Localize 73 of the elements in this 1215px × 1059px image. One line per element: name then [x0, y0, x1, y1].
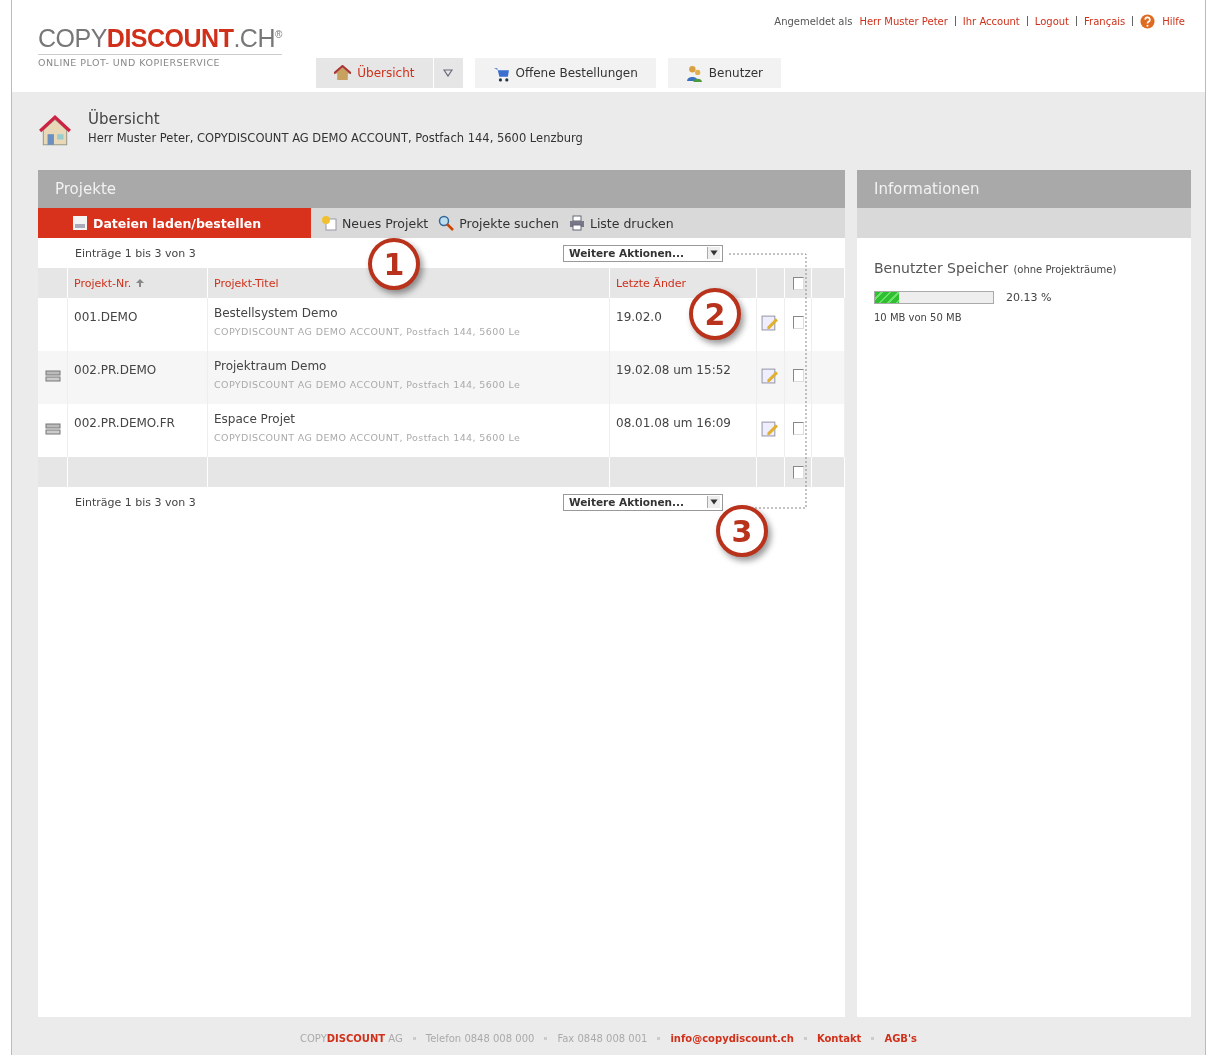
project-title[interactable]: Projektraum Demo [214, 359, 603, 373]
project-address: COPYDISCOUNT AG DEMO ACCOUNT, Postfach 144, 5600 Le [214, 379, 522, 390]
header-link[interactable]: Logout [1034, 15, 1070, 27]
house-icon [38, 114, 72, 148]
footer-fax: Fax 0848 008 001 [557, 1032, 648, 1044]
entries-count: Einträge 1 bis 3 von 3 [75, 495, 196, 509]
project-room-icon [44, 369, 61, 383]
search-icon [438, 215, 455, 231]
project-number: 001.DEMO [74, 310, 138, 324]
footer-link[interactable]: Kontakt [816, 1032, 862, 1044]
edit-icon[interactable] [761, 420, 778, 437]
account-address: Herr Muster Peter, COPYDISCOUNT AG DEMO ACCOUNT, Postfach 144, 5600 Lenzburg [88, 131, 583, 145]
project-number: 002.PR.DEMO [74, 363, 157, 377]
toolbar-button[interactable]: Projekte suchen [438, 208, 559, 238]
storage-percent: 20.13 % [1006, 291, 1052, 304]
storage-title: Benutzter Speicher [874, 260, 1009, 276]
row-checkbox[interactable] [792, 422, 804, 435]
house-icon [334, 64, 352, 82]
project-address: COPYDISCOUNT AG DEMO ACCOUNT, Postfach 144, 5600 Le [214, 432, 522, 443]
nav-tab[interactable]: Benutzer [667, 58, 781, 88]
tab-dropdown[interactable] [432, 58, 463, 88]
storage-usage: 10 MB von 50 MB [874, 312, 963, 323]
column-header[interactable]: Projekt-Nr. [74, 276, 132, 290]
nav-tab[interactable]: Offene Bestellungen [474, 58, 656, 88]
row-checkbox[interactable] [792, 316, 804, 329]
project-room-icon [44, 422, 61, 436]
footer-phone: Telefon 0848 008 000 [425, 1032, 535, 1044]
users-icon [685, 64, 703, 82]
project-title[interactable]: Espace Projet [214, 412, 603, 426]
project-address: COPYDISCOUNT AG DEMO ACCOUNT, Postfach 144, 5600 Le [214, 326, 522, 337]
login-label: Angemeldet als [774, 15, 853, 27]
last-modified: 19.02.0 [616, 310, 662, 324]
actions-dropdown[interactable]: Weitere Aktionen... [563, 244, 723, 262]
edit-icon[interactable] [761, 367, 778, 384]
dropdown-arrow-icon [707, 496, 720, 508]
footer-link[interactable]: AGB's [884, 1032, 917, 1044]
footer-link[interactable]: info@copydiscount.ch [670, 1032, 794, 1044]
actions-dropdown[interactable]: Weitere Aktionen... [563, 493, 723, 511]
row-checkbox[interactable] [792, 369, 804, 382]
help-link[interactable]: Hilfe [1162, 15, 1185, 27]
upload-icon [72, 215, 88, 231]
project-number: 002.PR.DEMO.FR [74, 416, 175, 430]
toolbar-button[interactable]: Neues Projekt [321, 208, 429, 238]
help-icon [1140, 13, 1156, 29]
header-link[interactable]: Herr Muster Peter [859, 15, 948, 27]
panel-title: Informationen [857, 170, 1191, 208]
select-all-checkbox[interactable] [792, 276, 804, 290]
logo: COPYDISCOUNT.CH$^{®}$ [38, 24, 282, 53]
nav-tab[interactable]: Übersicht [316, 58, 433, 88]
toolbar-button[interactable]: Dateien laden/bestellen [38, 208, 311, 238]
last-modified: 19.02.08 um 15:52 [616, 363, 731, 377]
project-title[interactable]: Bestellsystem Demo [214, 306, 603, 320]
page-title: Übersicht [88, 110, 161, 128]
callout-marker: 1 [368, 238, 420, 290]
dropdown-arrow-icon [707, 247, 720, 259]
callout-marker: 3 [716, 505, 768, 557]
dropdown-arrow-icon [443, 69, 453, 77]
last-modified: 08.01.08 um 16:09 [616, 416, 731, 430]
footer-company: COPYDISCOUNT AG [300, 1032, 403, 1044]
column-header[interactable]: Letzte Änder [616, 276, 687, 290]
header-link[interactable]: Français [1084, 15, 1126, 27]
sort-arrow-icon [135, 278, 146, 288]
column-header[interactable]: Projekt-Titel [214, 276, 279, 290]
tagline: ONLINE PLOT- UND KOPIERSERVICE [38, 54, 282, 68]
edit-icon[interactable] [761, 314, 778, 331]
new-project-icon [321, 215, 337, 231]
storage-note: (ohne Projekträume) [1013, 264, 1117, 275]
entries-count: Einträge 1 bis 3 von 3 [75, 246, 196, 260]
panel-title: Projekte [38, 170, 845, 208]
select-all-checkbox[interactable] [792, 465, 804, 479]
header-link[interactable]: Ihr Account [962, 15, 1020, 27]
printer-icon [568, 215, 585, 231]
toolbar-button[interactable]: Liste drucken [568, 208, 674, 238]
